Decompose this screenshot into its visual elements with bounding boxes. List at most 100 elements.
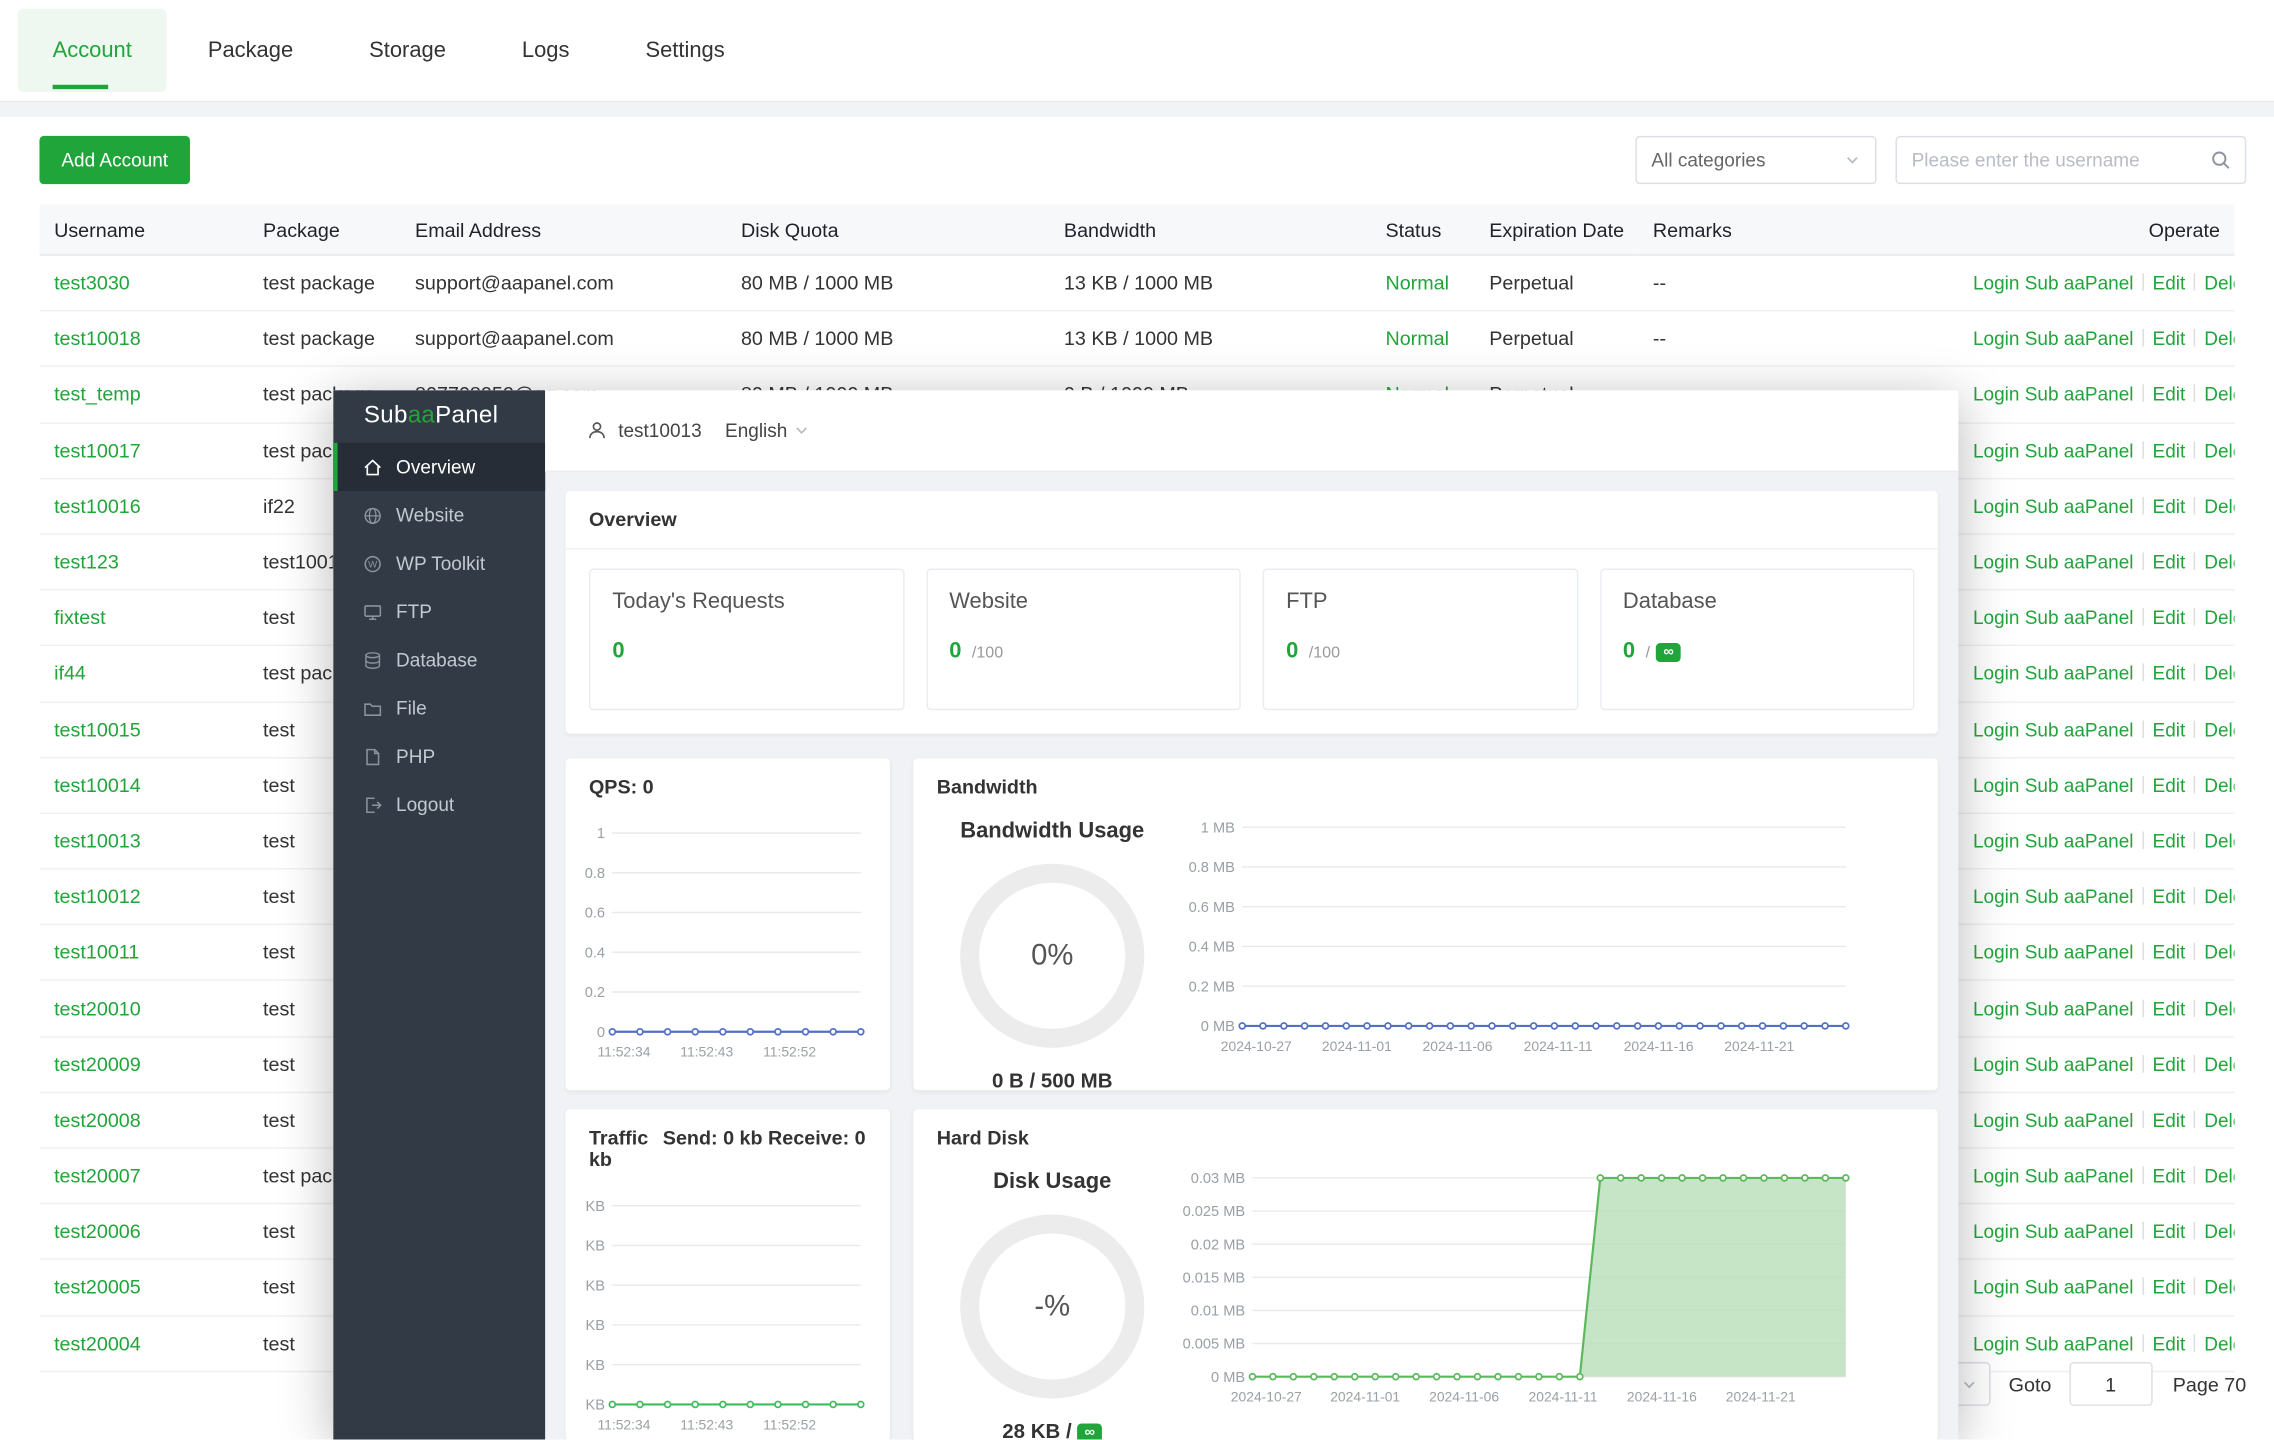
delete-link[interactable]: Delete <box>2204 663 2234 685</box>
delete-link[interactable]: Delete <box>2204 997 2234 1019</box>
edit-link[interactable]: Edit <box>2153 1053 2186 1075</box>
edit-link[interactable]: Edit <box>2153 1277 2186 1299</box>
login-sub-aapanel-link[interactable]: Login Sub aaPanel <box>1973 328 2134 350</box>
login-sub-aapanel-link[interactable]: Login Sub aaPanel <box>1973 551 2134 573</box>
login-sub-aapanel-link[interactable]: Login Sub aaPanel <box>1973 1165 2134 1187</box>
username-link[interactable]: test10014 <box>54 774 141 796</box>
username-link[interactable]: test10017 <box>54 439 141 461</box>
login-sub-aapanel-link[interactable]: Login Sub aaPanel <box>1973 607 2134 629</box>
delete-link[interactable]: Delete <box>2204 495 2234 517</box>
login-sub-aapanel-link[interactable]: Login Sub aaPanel <box>1973 439 2134 461</box>
edit-link[interactable]: Edit <box>2153 886 2186 908</box>
goto-page-input[interactable] <box>2069 1362 2152 1406</box>
delete-link[interactable]: Delete <box>2204 328 2234 350</box>
username-link[interactable]: test10013 <box>54 830 141 852</box>
username-link[interactable]: test20007 <box>54 1165 141 1187</box>
tab-package[interactable]: Package <box>173 9 328 92</box>
login-sub-aapanel-link[interactable]: Login Sub aaPanel <box>1973 384 2134 406</box>
edit-link[interactable]: Edit <box>2153 997 2186 1019</box>
edit-link[interactable]: Edit <box>2153 718 2186 740</box>
username-link[interactable]: test10015 <box>54 718 141 740</box>
delete-link[interactable]: Delete <box>2204 272 2234 294</box>
edit-link[interactable]: Edit <box>2153 272 2186 294</box>
language-select[interactable]: English <box>725 419 809 441</box>
edit-link[interactable]: Edit <box>2153 495 2186 517</box>
username-link[interactable]: test10016 <box>54 495 141 517</box>
login-sub-aapanel-link[interactable]: Login Sub aaPanel <box>1973 886 2134 908</box>
login-sub-aapanel-link[interactable]: Login Sub aaPanel <box>1973 1221 2134 1243</box>
login-sub-aapanel-link[interactable]: Login Sub aaPanel <box>1973 272 2134 294</box>
tab-account[interactable]: Account <box>18 9 167 92</box>
edit-link[interactable]: Edit <box>2153 607 2186 629</box>
username-link[interactable]: test20008 <box>54 1109 141 1131</box>
login-sub-aapanel-link[interactable]: Login Sub aaPanel <box>1973 942 2134 964</box>
edit-link[interactable]: Edit <box>2153 1165 2186 1187</box>
edit-link[interactable]: Edit <box>2153 439 2186 461</box>
delete-link[interactable]: Delete <box>2204 886 2234 908</box>
delete-link[interactable]: Delete <box>2204 1165 2234 1187</box>
sidebar-item-file[interactable]: File <box>333 684 545 732</box>
sidebar-item-wp-toolkit[interactable]: WWP Toolkit <box>333 539 545 587</box>
edit-link[interactable]: Edit <box>2153 830 2186 852</box>
edit-link[interactable]: Edit <box>2153 774 2186 796</box>
username-link[interactable]: test10011 <box>54 942 139 964</box>
login-sub-aapanel-link[interactable]: Login Sub aaPanel <box>1973 997 2134 1019</box>
delete-link[interactable]: Delete <box>2204 439 2234 461</box>
login-sub-aapanel-link[interactable]: Login Sub aaPanel <box>1973 1332 2134 1354</box>
login-sub-aapanel-link[interactable]: Login Sub aaPanel <box>1973 774 2134 796</box>
edit-link[interactable]: Edit <box>2153 942 2186 964</box>
edit-link[interactable]: Edit <box>2153 1109 2186 1131</box>
edit-link[interactable]: Edit <box>2153 663 2186 685</box>
username-link[interactable]: test20010 <box>54 997 141 1019</box>
delete-link[interactable]: Delete <box>2204 551 2234 573</box>
search-icon[interactable] <box>2210 149 2245 171</box>
current-username[interactable]: test10013 <box>618 419 701 441</box>
login-sub-aapanel-link[interactable]: Login Sub aaPanel <box>1973 1053 2134 1075</box>
delete-link[interactable]: Delete <box>2204 1332 2234 1354</box>
login-sub-aapanel-link[interactable]: Login Sub aaPanel <box>1973 663 2134 685</box>
login-sub-aapanel-link[interactable]: Login Sub aaPanel <box>1973 1277 2134 1299</box>
delete-link[interactable]: Delete <box>2204 942 2234 964</box>
sidebar-item-php[interactable]: PHP <box>333 732 545 780</box>
login-sub-aapanel-link[interactable]: Login Sub aaPanel <box>1973 1109 2134 1131</box>
sidebar-item-website[interactable]: Website <box>333 491 545 539</box>
login-sub-aapanel-link[interactable]: Login Sub aaPanel <box>1973 495 2134 517</box>
username-link[interactable]: test3030 <box>54 272 130 294</box>
edit-link[interactable]: Edit <box>2153 1332 2186 1354</box>
username-link[interactable]: test123 <box>54 551 119 573</box>
add-account-button[interactable]: Add Account <box>39 136 190 184</box>
username-link[interactable]: test20009 <box>54 1053 141 1075</box>
delete-link[interactable]: Delete <box>2204 607 2234 629</box>
delete-link[interactable]: Delete <box>2204 830 2234 852</box>
username-link[interactable]: test20006 <box>54 1221 141 1243</box>
edit-link[interactable]: Edit <box>2153 328 2186 350</box>
delete-link[interactable]: Delete <box>2204 1109 2234 1131</box>
edit-link[interactable]: Edit <box>2153 1221 2186 1243</box>
sidebar-item-overview[interactable]: Overview <box>333 443 545 491</box>
delete-link[interactable]: Delete <box>2204 1277 2234 1299</box>
sidebar-item-ftp[interactable]: FTP <box>333 587 545 635</box>
username-link[interactable]: test10012 <box>54 886 141 908</box>
category-filter-select[interactable]: All categories <box>1635 136 1876 184</box>
username-link[interactable]: test10018 <box>54 328 141 350</box>
delete-link[interactable]: Delete <box>2204 1053 2234 1075</box>
username-link[interactable]: test20005 <box>54 1277 141 1299</box>
search-input[interactable] <box>1897 149 2210 171</box>
tab-storage[interactable]: Storage <box>334 9 481 92</box>
username-link[interactable]: test_temp <box>54 384 141 406</box>
username-link[interactable]: fixtest <box>54 607 106 629</box>
delete-link[interactable]: Delete <box>2204 1221 2234 1243</box>
sidebar-item-database[interactable]: Database <box>333 636 545 684</box>
login-sub-aapanel-link[interactable]: Login Sub aaPanel <box>1973 830 2134 852</box>
username-link[interactable]: test20004 <box>54 1332 141 1354</box>
edit-link[interactable]: Edit <box>2153 551 2186 573</box>
sidebar-item-logout[interactable]: Logout <box>333 780 545 828</box>
delete-link[interactable]: Delete <box>2204 718 2234 740</box>
edit-link[interactable]: Edit <box>2153 384 2186 406</box>
username-link[interactable]: if44 <box>54 663 86 685</box>
delete-link[interactable]: Delete <box>2204 774 2234 796</box>
login-sub-aapanel-link[interactable]: Login Sub aaPanel <box>1973 718 2134 740</box>
delete-link[interactable]: Delete <box>2204 384 2234 406</box>
tab-settings[interactable]: Settings <box>610 9 759 92</box>
tab-logs[interactable]: Logs <box>487 9 605 92</box>
